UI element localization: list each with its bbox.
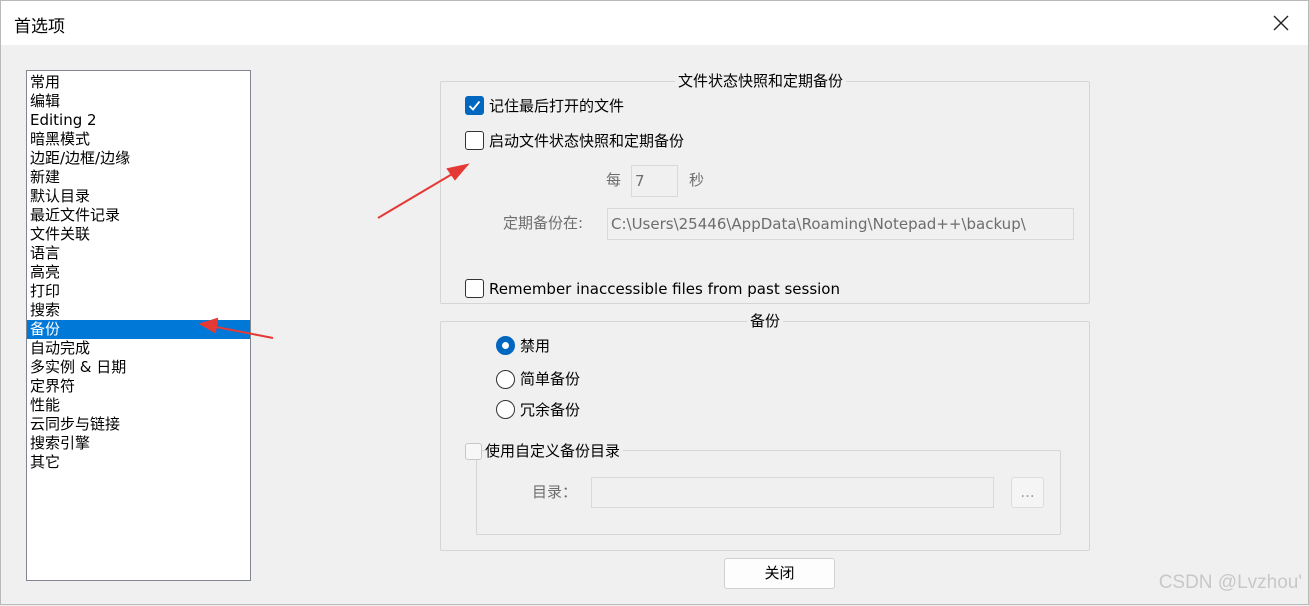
sidebar-item[interactable]: 边距/边框/边缘 [27, 149, 250, 168]
backup-group-title: 备份 [747, 312, 784, 330]
verbose-backup-radio[interactable] [496, 400, 515, 419]
sidebar-item[interactable]: 备份 [27, 320, 250, 339]
backup-disabled-radio[interactable] [496, 336, 515, 355]
remember-inaccessible-label: Remember inaccessible files from past se… [489, 280, 840, 298]
remember-last-session-label: 记住最后打开的文件 [489, 97, 625, 115]
sidebar-item[interactable]: 高亮 [27, 263, 250, 282]
watermark: CSDN @Lvzhou' [1158, 572, 1302, 593]
sidebar-item[interactable]: Editing 2 [27, 111, 250, 130]
backup-path-field[interactable]: C:\Users\25446\AppData\Roaming\Notepad++… [607, 208, 1074, 240]
sidebar-item[interactable]: 自动完成 [27, 339, 250, 358]
close-icon [1273, 15, 1289, 31]
enable-snapshot-checkbox[interactable] [465, 131, 484, 150]
browse-button[interactable]: ... [1011, 477, 1044, 508]
interval-input[interactable]: 7 [631, 165, 678, 197]
sidebar-item[interactable]: 性能 [27, 396, 250, 415]
remember-inaccessible-checkbox[interactable] [465, 279, 484, 298]
custom-dir-checkbox[interactable] [465, 443, 482, 460]
title-bar: 首选项 [1, 1, 1308, 45]
sidebar-item[interactable]: 最近文件记录 [27, 206, 250, 225]
sidebar-item[interactable]: 文件关联 [27, 225, 250, 244]
seconds-label: 秒 [689, 171, 705, 189]
sidebar-item[interactable]: 默认目录 [27, 187, 250, 206]
simple-backup-label: 简单备份 [520, 370, 581, 388]
sidebar-item[interactable]: 搜索引擎 [27, 434, 250, 453]
category-list[interactable]: 常用 编辑 Editing 2 暗黑模式 边距/边框/边缘 新建 默认目录 最近文件记录 文件关… [26, 70, 251, 581]
dialog-title: 首选项 [14, 17, 65, 37]
snapshot-group-title: 文件状态快照和定期备份 [675, 72, 847, 90]
backup-disabled-label: 禁用 [520, 337, 551, 355]
simple-backup-radio[interactable] [496, 370, 515, 389]
close-button[interactable]: 关闭 [724, 558, 835, 589]
sidebar-item[interactable]: 云同步与链接 [27, 415, 250, 434]
sidebar-item[interactable]: 定界符 [27, 377, 250, 396]
enable-snapshot-label: 启动文件状态快照和定期备份 [489, 132, 685, 150]
sidebar-item[interactable]: 新建 [27, 168, 250, 187]
sidebar-item[interactable]: 多实例 & 日期 [27, 358, 250, 377]
sidebar-item[interactable]: 编辑 [27, 92, 250, 111]
sidebar-item[interactable]: 常用 [27, 73, 250, 92]
checkmark-icon [468, 100, 481, 111]
dir-field[interactable] [591, 477, 994, 508]
sidebar-item[interactable]: 语言 [27, 244, 250, 263]
custom-dir-label: 使用自定义备份目录 [485, 441, 624, 461]
remember-last-session-checkbox[interactable] [465, 96, 484, 115]
preferences-dialog: 首选项 常用 编辑 Editing 2 暗黑模式 边距/边框/边缘 新建 默认目录 最近文件记… [0, 0, 1309, 605]
sidebar-item[interactable]: 搜索 [27, 301, 250, 320]
sidebar-item[interactable]: 暗黑模式 [27, 130, 250, 149]
every-label: 每 [606, 171, 622, 189]
dir-label: 目录： [532, 483, 578, 501]
sidebar-item[interactable]: 其它 [27, 453, 250, 472]
sidebar-item[interactable]: 打印 [27, 282, 250, 301]
backup-path-label: 定期备份在: [503, 214, 584, 232]
close-window-button[interactable] [1264, 7, 1298, 39]
verbose-backup-label: 冗余备份 [520, 401, 581, 419]
